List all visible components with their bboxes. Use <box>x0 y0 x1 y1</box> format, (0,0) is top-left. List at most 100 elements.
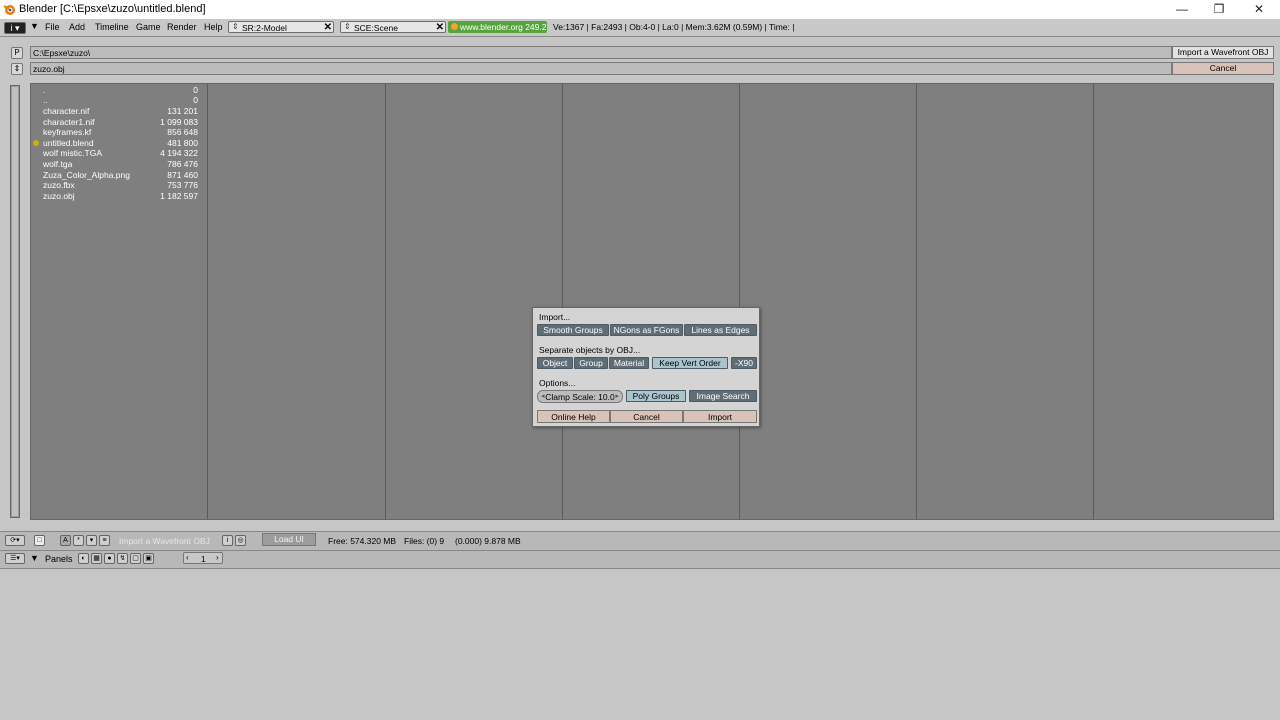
import-button[interactable]: Import <box>683 410 757 423</box>
column-divider <box>916 84 917 519</box>
scene-context-icon[interactable]: ▣ <box>143 553 154 564</box>
scene-name: SCE:Scene <box>354 23 398 33</box>
file-list-area <box>30 83 1274 520</box>
cancel-browser-button[interactable]: Cancel <box>1172 62 1274 75</box>
editing-context-icon[interactable]: ▢ <box>130 553 141 564</box>
file-row[interactable]: keyframes.kf 856 648 <box>43 127 198 137</box>
file-row[interactable]: .. 0 <box>43 95 198 105</box>
dir-menu-icon[interactable]: ⇕ <box>11 63 23 75</box>
file-row[interactable]: zuzo.obj 1 182 597 <box>43 191 198 201</box>
logic-context-icon[interactable]: ◐ <box>78 553 89 564</box>
free-memory: Free: 574.320 MB <box>328 536 397 546</box>
minimize-button[interactable]: — <box>1163 0 1201 19</box>
import-section-label: Import... <box>539 312 571 322</box>
editor-type-icon[interactable]: ☰▾ <box>5 553 25 564</box>
file-row[interactable]: Zuza_Color_Alpha.png 871 460 <box>43 170 198 180</box>
menu-help[interactable]: Help <box>204 22 223 32</box>
file-row[interactable]: character1.nif 1 099 083 <box>43 117 198 127</box>
window-title: Blender [C:\Epsxe\zuzo\untitled.blend] <box>19 3 206 15</box>
screen-name: SR:2-Model <box>242 23 287 33</box>
separate-section-label: Separate objects by OBJ... <box>539 345 641 355</box>
parent-dir-button[interactable]: P <box>11 47 23 59</box>
panels-label[interactable]: Panels <box>45 554 73 564</box>
sort-time-icon[interactable]: * <box>73 535 84 546</box>
blender-orb-icon <box>451 23 458 30</box>
separate-object-toggle[interactable]: Object <box>537 357 573 369</box>
browser-title: Import a Wavefront OBJ <box>119 536 210 546</box>
options-section-label: Options... <box>539 378 576 388</box>
clamp-scale-slider[interactable]: ◂ Clamp Scale: 10.0 ▸ <box>537 390 623 403</box>
blender-url-badge[interactable]: www.blender.org 249.2 <box>448 21 547 33</box>
menu-render[interactable]: Render <box>167 22 197 32</box>
increment-arrow-icon[interactable]: ▸ <box>615 391 619 403</box>
blender-logo-icon <box>3 5 15 15</box>
menu-timeline[interactable]: Timeline <box>95 22 129 32</box>
blender-url: www.blender.org 249.2 <box>460 22 547 32</box>
page-number: 1 <box>201 554 206 564</box>
decrement-arrow-icon[interactable]: ◂ <box>541 391 545 403</box>
editor-type-icon[interactable]: i ▾ <box>4 22 26 34</box>
stepper-right-icon[interactable]: › <box>216 553 219 562</box>
scrollbar-thumb[interactable] <box>12 87 18 516</box>
smooth-groups-toggle[interactable]: Smooth Groups <box>537 324 609 336</box>
stepper-left-icon[interactable]: ‹ <box>186 553 189 562</box>
info-toggle-icon[interactable]: i <box>222 535 233 546</box>
file-row[interactable]: wolf mistic.TGA 4 194 322 <box>43 148 198 158</box>
sort-ext-icon[interactable]: ≡ <box>99 535 110 546</box>
rotate-x90-toggle[interactable]: -X90 <box>731 357 757 369</box>
fullscreen-toggle-icon[interactable]: □ <box>34 535 45 546</box>
keep-vert-order-toggle[interactable]: Keep Vert Order <box>652 357 728 369</box>
filename-field[interactable]: zuzo.obj <box>30 62 1172 75</box>
screen-selector[interactable]: ⇕ SR:2-Model ✕ <box>228 21 334 33</box>
file-row[interactable]: untitled.blend 481 800 <box>43 138 198 148</box>
file-row[interactable]: character.nif 131 201 <box>43 106 198 116</box>
column-divider <box>739 84 740 519</box>
path-field[interactable]: C:\Epsxe\zuzo\ <box>30 46 1172 59</box>
import-obj-button[interactable]: Import a Wavefront OBJ <box>1172 46 1274 59</box>
poly-groups-toggle[interactable]: Poly Groups <box>626 390 686 402</box>
blend-file-icon <box>33 140 39 146</box>
clamp-scale-value: Clamp Scale: 10.0 <box>545 392 615 402</box>
delete-scene-icon[interactable]: ✕ <box>436 22 444 33</box>
object-context-icon[interactable]: ↯ <box>117 553 128 564</box>
load-ui-toggle[interactable]: Load UI <box>262 533 316 546</box>
shading-context-icon[interactable]: ● <box>104 553 115 564</box>
selected-size: (0.000) 9.878 MB <box>455 536 521 546</box>
separate-group-toggle[interactable]: Group <box>574 357 608 369</box>
image-search-toggle[interactable]: Image Search <box>689 390 757 402</box>
delete-screen-icon[interactable]: ✕ <box>324 22 332 33</box>
collapse-menu-icon[interactable]: ▼ <box>30 21 39 31</box>
online-help-button[interactable]: Online Help <box>537 410 610 423</box>
separate-material-toggle[interactable]: Material <box>609 357 649 369</box>
file-row[interactable]: wolf.tga 786 476 <box>43 159 198 169</box>
menu-game[interactable]: Game <box>136 22 161 32</box>
scene-stats: Ve:1367 | Fa:2493 | Ob:4-0 | La:0 | Mem:… <box>553 22 795 32</box>
column-divider <box>385 84 386 519</box>
editor-type-icon[interactable]: ⟳▾ <box>5 535 25 546</box>
ngons-as-fgons-toggle[interactable]: NGons as FGons <box>610 324 683 336</box>
hide-dot-files-icon[interactable]: ◎ <box>235 535 246 546</box>
filename-text: zuzo.obj <box>33 64 65 74</box>
sort-alpha-icon[interactable]: A <box>60 535 71 546</box>
menu-file[interactable]: File <box>45 22 60 32</box>
lines-as-edges-toggle[interactable]: Lines as Edges <box>684 324 757 336</box>
file-row[interactable]: zuzo.fbx 753 776 <box>43 180 198 190</box>
column-divider <box>562 84 563 519</box>
column-divider <box>1093 84 1094 519</box>
window-titlebar: Blender [C:\Epsxe\zuzo\untitled.blend] —… <box>0 0 1280 19</box>
file-scrollbar[interactable] <box>10 85 20 518</box>
sort-size-icon[interactable]: ▾ <box>86 535 97 546</box>
page-stepper[interactable]: ‹ 1 › <box>183 552 223 564</box>
column-divider <box>207 84 208 519</box>
updown-icon: ⇕ <box>232 22 239 31</box>
maximize-button[interactable]: ❐ <box>1200 0 1238 19</box>
menu-add[interactable]: Add <box>69 22 85 32</box>
cancel-button[interactable]: Cancel <box>610 410 683 423</box>
updown-icon: ⇕ <box>344 22 351 31</box>
file-row[interactable]: .0 <box>43 85 198 95</box>
collapse-menu-icon[interactable]: ▼ <box>30 553 39 563</box>
file-count: Files: (0) 9 <box>404 536 445 546</box>
close-window-button[interactable]: ✕ <box>1240 0 1278 19</box>
scene-selector[interactable]: ⇕ SCE:Scene ✕ <box>340 21 446 33</box>
script-context-icon[interactable]: ▦ <box>91 553 102 564</box>
